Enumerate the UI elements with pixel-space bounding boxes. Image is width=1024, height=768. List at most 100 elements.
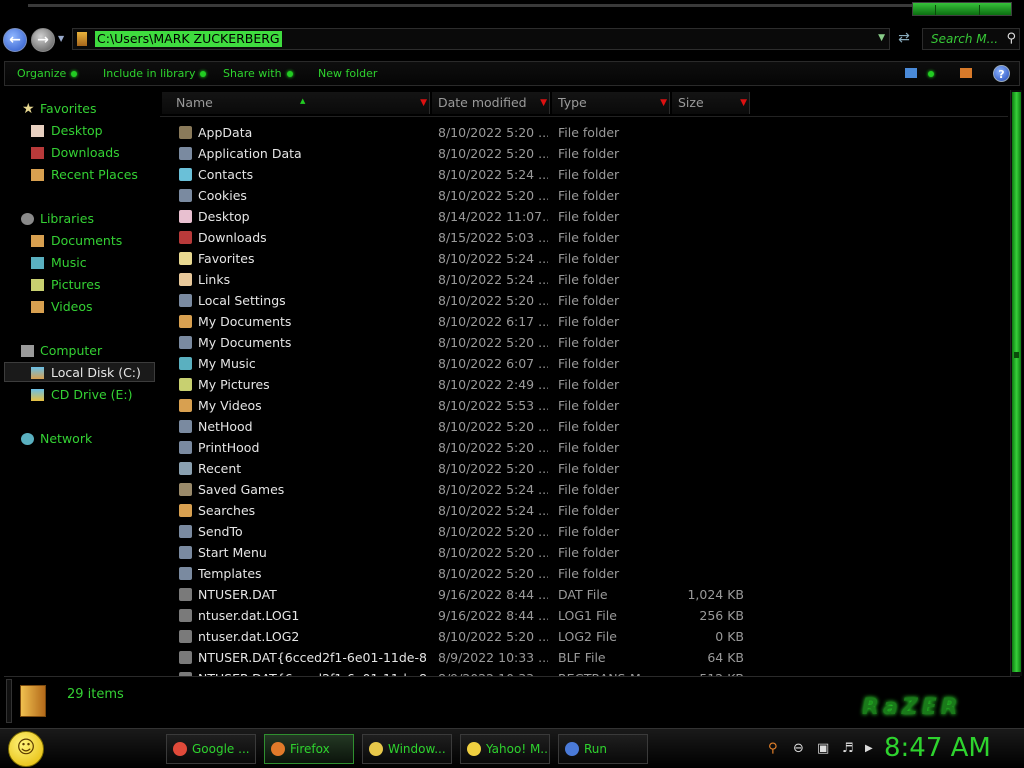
network-tray-icon[interactable]: ▣: [817, 741, 829, 756]
taskbar-button[interactable]: Google ...: [166, 734, 256, 764]
table-row[interactable]: Local Settings 8/10/2022 5:20 ... File fol…: [160, 290, 1008, 311]
table-row[interactable]: My Documents 8/10/2022 5:20 ... File folde…: [160, 332, 1008, 353]
table-row[interactable]: My Music 8/10/2022 6:07 ... File folder: [160, 353, 1008, 374]
table-row[interactable]: NetHood 8/10/2022 5:20 ... File folder: [160, 416, 1008, 437]
volume-icon[interactable]: ♬: [842, 741, 854, 756]
nav-favorites[interactable]: ★ Favorites: [4, 99, 155, 119]
share-with-button[interactable]: Share with: [223, 67, 293, 80]
app-icon: [565, 742, 579, 756]
file-date: 8/10/2022 5:24 ...: [438, 167, 548, 182]
include-in-library-button[interactable]: Include in library: [103, 67, 207, 80]
chevron-down-icon[interactable]: ▼: [740, 92, 747, 114]
nav-cd-drive[interactable]: CD Drive (E:): [4, 385, 155, 405]
refresh-icon[interactable]: ⇄: [894, 30, 914, 48]
window-control-buttons[interactable]: [912, 2, 1012, 16]
table-row[interactable]: Saved Games 8/10/2022 5:24 ... File folder: [160, 479, 1008, 500]
taskbar-button[interactable]: Run: [558, 734, 648, 764]
table-row[interactable]: Searches 8/10/2022 5:24 ... File folder: [160, 500, 1008, 521]
table-row[interactable]: Application Data 8/10/2022 5:20 ... File f…: [160, 143, 1008, 164]
table-row[interactable]: NTUSER.DAT 9/16/2022 8:44 ... DAT File 1,02…: [160, 584, 1008, 605]
scrollbar-thumb[interactable]: [1012, 92, 1021, 672]
table-row[interactable]: Links 8/10/2022 5:24 ... File folder: [160, 269, 1008, 290]
file-size: 1,024 KB: [687, 587, 744, 602]
nav-desktop[interactable]: Desktop: [4, 121, 155, 141]
table-row[interactable]: PrintHood 8/10/2022 5:20 ... File folder: [160, 437, 1008, 458]
address-row: ← → ▼ C:\Users\MARK ZUCKERBERG ▼ ⇄ Searc…: [0, 26, 1024, 52]
nav-videos[interactable]: Videos: [4, 297, 155, 317]
table-row[interactable]: SendTo 8/10/2022 5:20 ... File folder: [160, 521, 1008, 542]
nav-computer[interactable]: Computer: [4, 341, 155, 361]
table-row[interactable]: Recent 8/10/2022 5:20 ... File folder: [160, 458, 1008, 479]
nav-recent-places[interactable]: Recent Places: [4, 165, 155, 185]
column-header-size[interactable]: Size ▼: [672, 92, 750, 114]
view-options-icon[interactable]: [905, 68, 917, 78]
address-history-dropdown[interactable]: ▼: [878, 33, 885, 43]
file-icon: [179, 420, 192, 433]
start-button[interactable]: ☺: [8, 731, 44, 767]
nav-libraries[interactable]: Libraries: [4, 209, 155, 229]
table-row[interactable]: Templates 8/10/2022 5:20 ... File folder: [160, 563, 1008, 584]
table-row[interactable]: ntuser.dat.LOG2 8/10/2022 5:20 ... LOG2 Fi…: [160, 626, 1008, 647]
minus-tray-icon[interactable]: ⊖: [793, 741, 804, 756]
address-bar[interactable]: C:\Users\MARK ZUCKERBERG ▼: [72, 28, 890, 50]
address-path[interactable]: C:\Users\MARK ZUCKERBERG: [95, 31, 282, 47]
search-input[interactable]: Search M... ⚲: [922, 28, 1020, 50]
clock[interactable]: 8:47 AM: [884, 733, 991, 763]
table-row[interactable]: Downloads 8/15/2022 5:03 ... File folder: [160, 227, 1008, 248]
include-library-label: Include in library: [103, 67, 196, 80]
table-row[interactable]: Contacts 8/10/2022 5:24 ... File folder: [160, 164, 1008, 185]
table-row[interactable]: Cookies 8/10/2022 5:20 ... File folder: [160, 185, 1008, 206]
table-row[interactable]: My Videos 8/10/2022 5:53 ... File folder: [160, 395, 1008, 416]
file-date: 8/10/2022 5:53 ...: [438, 398, 548, 413]
file-date: 8/10/2022 5:20 ...: [438, 146, 548, 161]
file-date: 8/10/2022 5:20 ...: [438, 566, 548, 581]
file-name: Searches: [198, 503, 256, 518]
table-row[interactable]: ntuser.dat.LOG1 9/16/2022 8:44 ... LOG1 Fi…: [160, 605, 1008, 626]
table-row[interactable]: My Pictures 8/10/2022 2:49 ... File folder: [160, 374, 1008, 395]
nav-pictures[interactable]: Pictures: [4, 275, 155, 295]
nav-local-disk[interactable]: Local Disk (C:): [4, 362, 155, 382]
file-icon: [179, 504, 192, 517]
new-folder-button[interactable]: New folder: [318, 67, 377, 80]
chevron-down-icon[interactable]: ▼: [660, 92, 667, 114]
search-icon[interactable]: ⚲: [1006, 31, 1016, 46]
table-row[interactable]: My Documents 8/10/2022 6:17 ... File folde…: [160, 311, 1008, 332]
file-type: File folder: [558, 272, 620, 287]
organize-button[interactable]: Organize: [17, 67, 78, 80]
folder-icon: [77, 32, 87, 46]
taskbar-button[interactable]: Window...: [362, 734, 452, 764]
table-row[interactable]: Start Menu 8/10/2022 5:20 ... File folder: [160, 542, 1008, 563]
table-row[interactable]: NTUSER.DAT{6cced2f1-6e01-11de-8... 8/9/20…: [160, 647, 1008, 668]
help-button[interactable]: ?: [993, 65, 1010, 82]
chevron-down-icon[interactable]: ▼: [420, 92, 427, 114]
file-date: 8/10/2022 5:20 ...: [438, 293, 548, 308]
nav-network[interactable]: Network: [4, 429, 155, 449]
column-header-date[interactable]: Date modified ▼: [432, 92, 550, 114]
back-button[interactable]: ←: [3, 28, 27, 52]
file-name: My Music: [198, 356, 256, 371]
table-row[interactable]: NTUSER.DAT{6cced2f1-6e01-11de-8... 8/9/20…: [160, 668, 1008, 676]
nav-documents[interactable]: Documents: [4, 231, 155, 251]
search-tray-icon[interactable]: ⚲: [768, 741, 778, 756]
file-type: File folder: [558, 356, 620, 371]
file-type: File folder: [558, 461, 620, 476]
table-row[interactable]: Desktop 8/14/2022 11:07... File folder: [160, 206, 1008, 227]
preview-pane-icon[interactable]: [960, 68, 972, 78]
forward-button[interactable]: →: [31, 28, 55, 52]
chevron-down-icon[interactable]: ▼: [540, 92, 547, 114]
taskbar-button[interactable]: Firefox: [264, 734, 354, 764]
table-row[interactable]: AppData 8/10/2022 5:20 ... File folder: [160, 122, 1008, 143]
column-header-type[interactable]: Type ▼: [552, 92, 670, 114]
file-date: 8/10/2022 6:07 ...: [438, 356, 548, 371]
taskbar-button[interactable]: Yahoo! M...: [460, 734, 550, 764]
tray-expand-icon[interactable]: ▶: [865, 743, 873, 754]
vertical-scrollbar[interactable]: [1010, 90, 1022, 676]
view-dropdown[interactable]: [923, 67, 934, 80]
column-header-name[interactable]: ▲ Name ▼: [162, 92, 430, 114]
nav-downloads[interactable]: Downloads: [4, 143, 155, 163]
documents-icon: [31, 235, 44, 247]
file-date: 8/10/2022 5:24 ...: [438, 482, 548, 497]
table-row[interactable]: Favorites 8/10/2022 5:24 ... File folder: [160, 248, 1008, 269]
recent-pages-dropdown[interactable]: ▼: [58, 34, 64, 43]
nav-music[interactable]: Music: [4, 253, 155, 273]
